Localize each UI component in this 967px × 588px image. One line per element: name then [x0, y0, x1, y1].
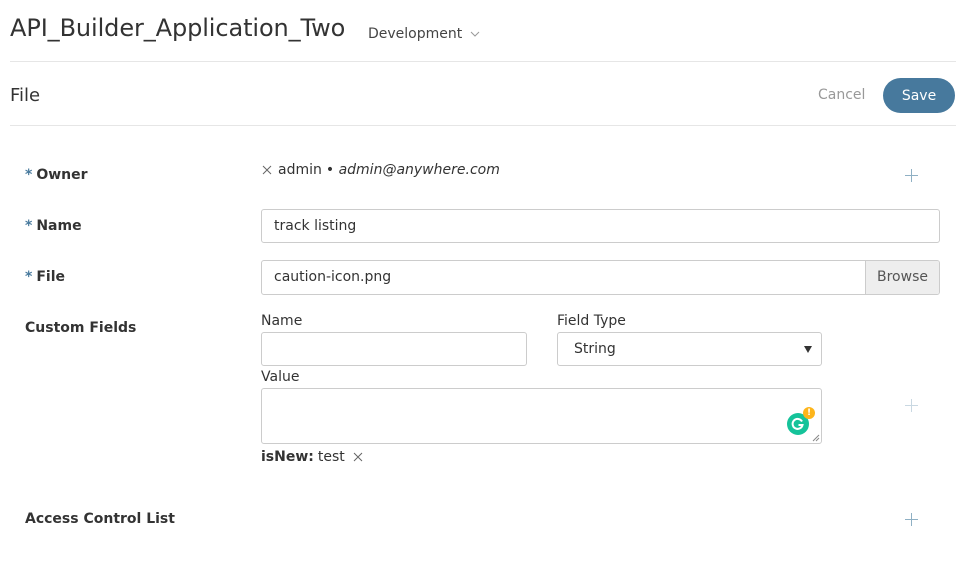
grammarly-icon[interactable]: ! [787, 407, 815, 435]
file-label-text: File [36, 269, 65, 285]
custom-field-tag: isNew: test [261, 449, 363, 465]
custom-field-value-label: Value [261, 369, 300, 385]
required-marker: * [25, 269, 33, 285]
required-marker: * [25, 218, 33, 234]
field-type-value: String [574, 341, 616, 357]
add-owner-plus-icon[interactable] [905, 169, 918, 182]
environment-label: Development [368, 26, 463, 42]
toolbar-divider [10, 125, 956, 126]
name-label-text: Name [36, 218, 82, 234]
add-custom-field-plus-icon[interactable] [905, 399, 918, 412]
acl-label: Access Control List [25, 511, 175, 527]
custom-field-tag-value: test [317, 449, 345, 465]
field-type-label: Field Type [557, 313, 626, 329]
file-label: * File [25, 269, 65, 285]
owner-label: * Owner [25, 167, 88, 183]
chevron-down-icon [470, 31, 480, 37]
required-marker: * [25, 167, 33, 183]
field-type-select[interactable]: String [557, 332, 822, 366]
custom-field-name-input[interactable] [261, 332, 527, 366]
owner-email: • admin@anywhere.com [325, 162, 500, 178]
name-label: * Name [25, 218, 82, 234]
add-acl-plus-icon[interactable] [905, 513, 918, 526]
close-icon[interactable] [262, 165, 272, 175]
save-button[interactable]: Save [883, 78, 955, 113]
custom-field-tag-key: isNew: [261, 449, 314, 465]
grammarly-alert-icon: ! [803, 407, 815, 419]
name-input[interactable]: track listing [261, 209, 940, 243]
page-title: File [10, 85, 41, 106]
custom-fields-label: Custom Fields [25, 320, 137, 336]
file-input-group: caution-icon.png Browse [261, 260, 940, 295]
app-title: API_Builder_Application_Two [10, 14, 346, 42]
custom-field-name-label: Name [261, 313, 303, 329]
close-icon[interactable] [353, 452, 363, 462]
resize-handle-icon[interactable] [812, 434, 820, 442]
top-bar: API_Builder_Application_Two Development [0, 0, 967, 62]
grammarly-g-icon [791, 417, 804, 430]
custom-field-value-textarea[interactable]: ! [261, 388, 822, 444]
file-name-field[interactable]: caution-icon.png [262, 261, 865, 294]
browse-button[interactable]: Browse [865, 261, 939, 294]
dropdown-arrow-icon [804, 346, 812, 353]
owner-username: admin [278, 162, 322, 178]
environment-dropdown[interactable]: Development [368, 26, 480, 42]
header-divider [10, 61, 956, 62]
cancel-button[interactable]: Cancel [818, 87, 865, 103]
owner-chip: admin • admin@anywhere.com [262, 162, 500, 178]
owner-label-text: Owner [36, 167, 88, 183]
